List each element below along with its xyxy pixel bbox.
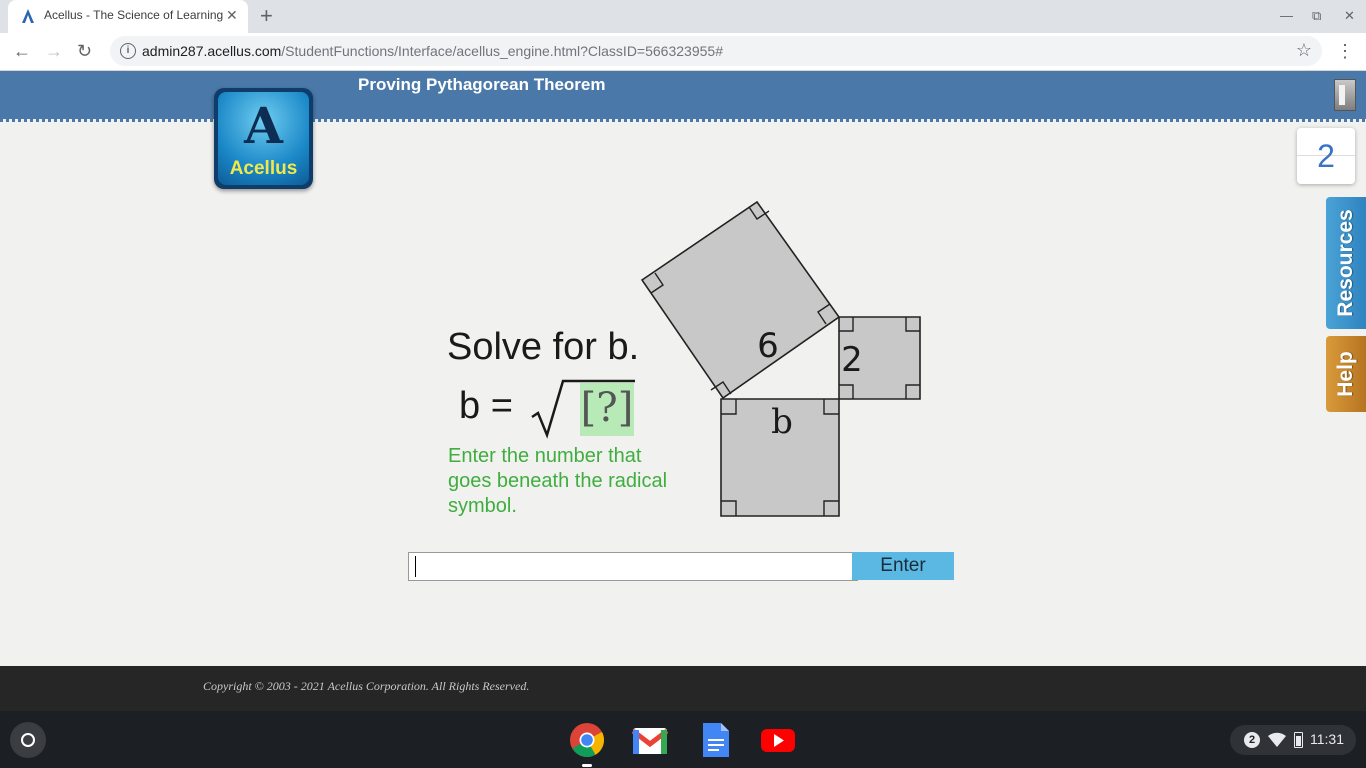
wifi-icon	[1268, 732, 1286, 747]
info-icon[interactable]: i	[120, 43, 136, 59]
docs-icon[interactable]	[697, 722, 733, 758]
equation-lhs: b =	[459, 385, 513, 427]
clock: 11:31	[1310, 731, 1344, 747]
page-title: Proving Pythagorean Theorem	[358, 75, 606, 94]
close-icon[interactable]: ✕	[226, 7, 238, 24]
leg-a-label: 2	[841, 340, 863, 380]
window-close-icon[interactable]: ✕	[1344, 8, 1355, 24]
back-icon[interactable]: ←	[13, 41, 31, 61]
resources-tab[interactable]: Resources	[1326, 197, 1366, 329]
exit-door-icon[interactable]	[1334, 79, 1356, 111]
unknown-placeholder: [?]	[580, 383, 634, 436]
browser-tab[interactable]: Acellus - The Science of Learning ✕	[8, 0, 248, 33]
reload-icon[interactable]: ↻	[77, 41, 92, 61]
forward-icon[interactable]: →	[45, 41, 63, 61]
active-app-indicator	[582, 764, 592, 767]
address-bar[interactable]: i admin287.acellus.com/StudentFunctions/…	[110, 36, 1322, 66]
answer-input[interactable]	[408, 552, 858, 581]
chrome-icon[interactable]	[569, 722, 605, 758]
question-counter: 2	[1297, 128, 1355, 184]
hypotenuse-label: 6	[757, 326, 779, 366]
gmail-icon[interactable]	[632, 722, 668, 758]
launcher-button[interactable]	[10, 722, 46, 758]
status-tray[interactable]: 2 11:31	[1230, 725, 1356, 755]
youtube-icon[interactable]	[760, 722, 796, 758]
page-footer: Copyright © 2003 - 2021 Acellus Corporat…	[0, 666, 1366, 711]
plus-icon[interactable]: +	[260, 4, 273, 28]
url-text[interactable]: admin287.acellus.com/StudentFunctions/In…	[142, 43, 723, 59]
notification-count: 2	[1244, 732, 1260, 748]
battery-icon	[1294, 732, 1303, 748]
maximize-icon[interactable]: ⧉	[1312, 8, 1321, 24]
pythagorean-diagram: 6 2 b	[640, 200, 921, 517]
acellus-favicon	[22, 9, 34, 23]
browser-toolbar: ← → ↻ i admin287.acellus.com/StudentFunc…	[0, 33, 1366, 71]
app-header: Proving Pythagorean Theorem	[0, 71, 1366, 122]
acellus-logo: A Acellus	[214, 88, 313, 189]
question-title: Solve for b.	[447, 326, 640, 368]
menu-icon[interactable]: ⋮	[1336, 41, 1354, 62]
text-cursor	[415, 556, 416, 577]
star-icon[interactable]: ☆	[1296, 40, 1312, 61]
help-tab[interactable]: Help	[1326, 336, 1366, 412]
os-shelf: 2 11:31	[0, 711, 1366, 768]
leg-b-label: b	[771, 402, 793, 442]
copyright-text: Copyright © 2003 - 2021 Acellus Corporat…	[203, 679, 530, 693]
tab-title: Acellus - The Science of Learning	[44, 8, 224, 22]
logo-text: Acellus	[229, 158, 298, 179]
browser-tabstrip: Acellus - The Science of Learning ✕ + — …	[0, 0, 1366, 33]
enter-button[interactable]: Enter	[852, 552, 954, 580]
minimize-icon[interactable]: —	[1280, 8, 1293, 23]
